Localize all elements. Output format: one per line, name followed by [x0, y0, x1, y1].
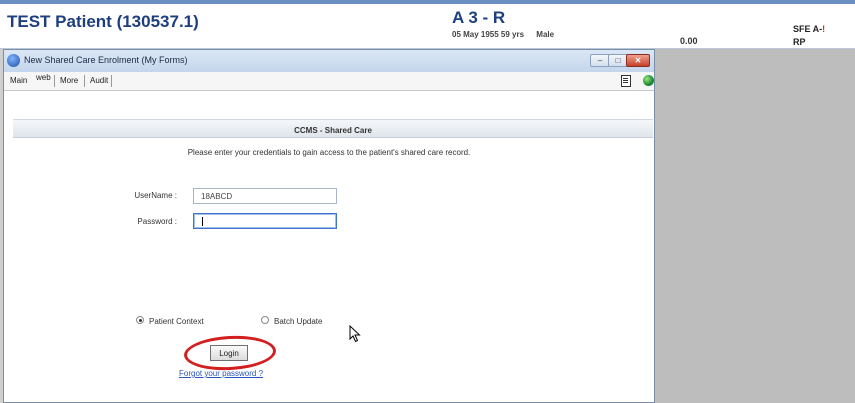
document-icon[interactable] — [621, 75, 631, 87]
patient-context-radio[interactable] — [136, 316, 144, 324]
location-code: A 3 - R — [452, 8, 506, 27]
forgot-password-link[interactable]: Forgot your password ? — [179, 369, 263, 378]
browser-icon[interactable] — [643, 75, 654, 86]
patient-dob: 05 May 1955 59 yrs — [452, 30, 525, 39]
patient-name: TEST Patient (130537.1) — [7, 12, 199, 31]
sfe-status: SFE A-! — [793, 24, 825, 34]
patient-gender: Male — [536, 30, 555, 39]
maximize-button[interactable]: □ — [608, 54, 628, 67]
tab-divider — [54, 75, 55, 87]
rp-label: RP — [793, 37, 806, 47]
username-label: UserName : — [134, 191, 177, 200]
password-field[interactable] — [193, 213, 337, 229]
login-button[interactable]: Login — [210, 345, 248, 361]
instructions-text: Please enter your credentials to gain ac… — [187, 148, 471, 157]
sfe-label: SFE A- — [793, 24, 823, 34]
patient-banner: TEST Patient (130537.1) A 3 - R 05 May 1… — [0, 4, 855, 49]
tab-bar: Main web More Audit — [4, 72, 654, 91]
tab-main[interactable]: Main — [10, 76, 27, 85]
tab-web[interactable]: web — [36, 73, 51, 82]
window-title: New Shared Care Enrolment (My Forms) — [24, 55, 188, 65]
background-panel — [655, 49, 855, 403]
tab-audit[interactable]: Audit — [90, 76, 108, 85]
username-field[interactable]: 18ABCD — [193, 188, 337, 204]
tab-more[interactable]: More — [60, 76, 78, 85]
minimize-button[interactable]: – — [590, 54, 610, 67]
patient-demographics: 05 May 1955 59 yrs Male — [452, 30, 564, 39]
batch-update-radio[interactable] — [261, 316, 269, 324]
text-caret — [202, 217, 203, 226]
section-header: CCMS - Shared Care — [13, 119, 653, 138]
tab-divider — [84, 75, 85, 87]
close-button[interactable]: ✕ — [626, 54, 650, 67]
shared-care-window: New Shared Care Enrolment (My Forms) – □… — [3, 49, 655, 403]
balance-amount: 0.00 — [680, 36, 698, 46]
section-title: CCMS - Shared Care — [294, 126, 372, 135]
cursor-icon — [349, 325, 361, 343]
window-titlebar[interactable]: New Shared Care Enrolment (My Forms) – □… — [4, 50, 654, 72]
sfe-alert-mark: ! — [822, 24, 826, 34]
patient-context-label[interactable]: Patient Context — [149, 317, 204, 326]
tab-divider — [111, 75, 112, 87]
batch-update-label[interactable]: Batch Update — [274, 317, 322, 326]
password-label: Password : — [137, 217, 177, 226]
globe-icon — [7, 54, 20, 67]
